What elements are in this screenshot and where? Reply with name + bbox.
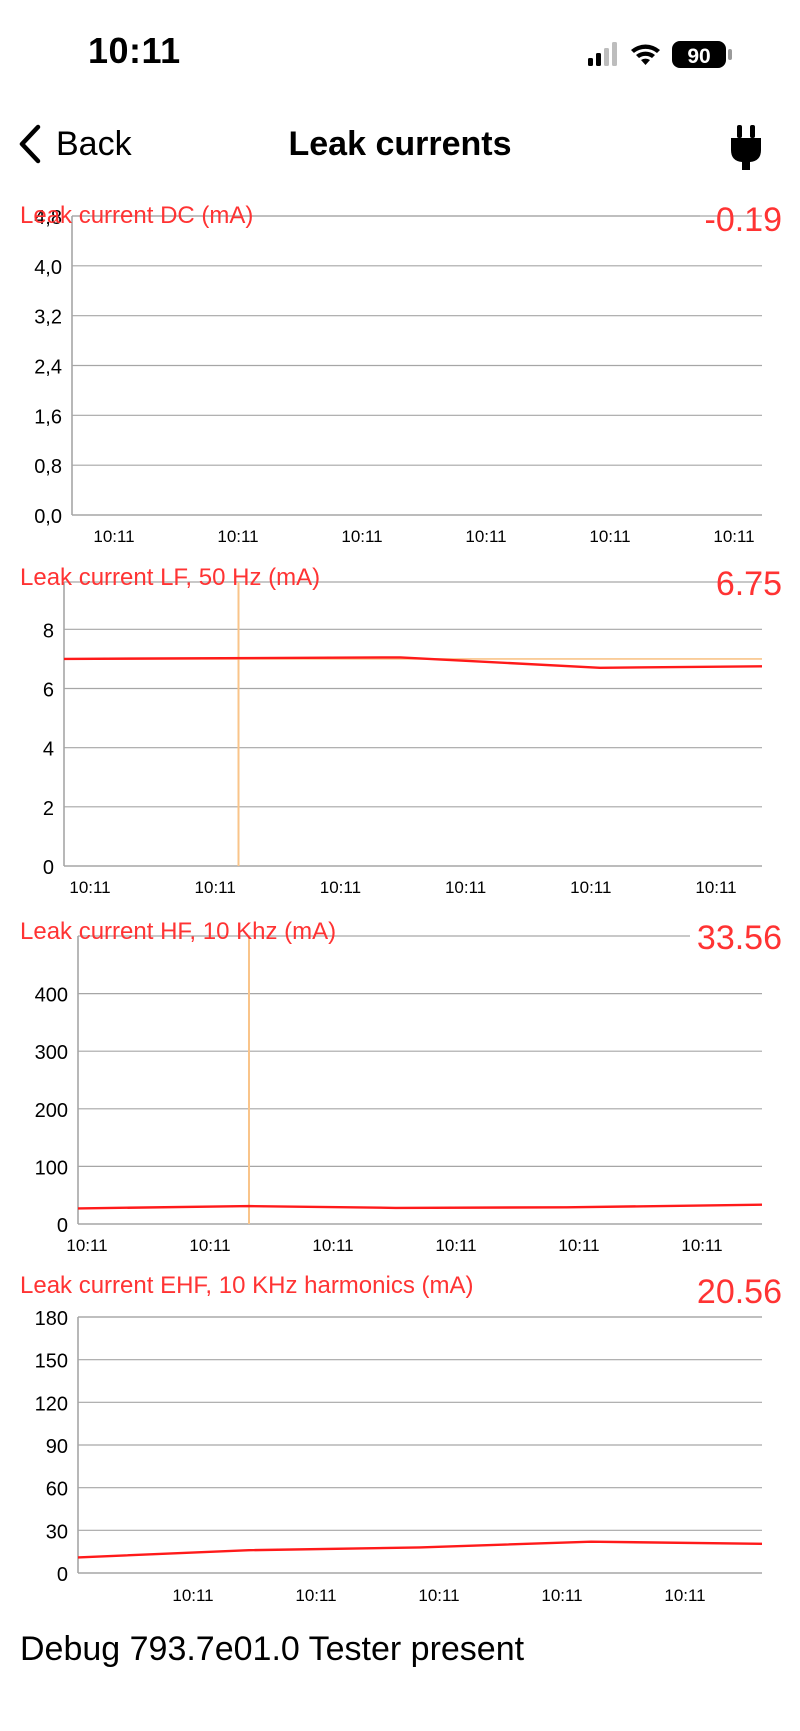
x-tick-label: 10:11 <box>589 527 630 546</box>
chart-dc: 0,00,81,62,43,24,04,8 10:11 10:11 10:11 10:… <box>20 201 783 546</box>
y-axis-labels: 0,00,81,62,43,24,04,8 <box>34 207 62 528</box>
x-tick-label: 10:11 <box>195 878 236 897</box>
chart-current-value: 20.56 <box>697 1273 782 1311</box>
x-tick-label: 10:11 <box>93 527 134 546</box>
y-tick-label: 0 <box>57 1215 68 1237</box>
y-tick-label: 6 <box>43 680 54 702</box>
y-tick-label: 2,4 <box>34 357 62 379</box>
chart-plot <box>63 582 763 866</box>
wifi-icon <box>631 44 660 65</box>
x-tick-label: 10:11 <box>465 527 506 546</box>
x-tick-label: 10:11 <box>341 527 382 546</box>
y-tick-label: 150 <box>35 1351 68 1373</box>
y-tick-label: 0 <box>43 857 54 879</box>
chart-title: Leak current LF, 50 Hz (mA) <box>20 564 320 591</box>
x-axis-labels: 10:11 10:11 10:11 10:11 10:11 10:11 <box>93 527 754 546</box>
y-tick-label: 180 <box>35 1308 68 1330</box>
x-tick-label: 10:11 <box>172 1586 213 1605</box>
y-axis-labels: 0 100 200 300 400 <box>35 985 68 1237</box>
battery-icon: 90 <box>672 41 732 68</box>
chart-lf: 0 2 4 6 8 10:11 10:11 10:11 10:11 10:11 10:11 Lea… <box>20 564 782 897</box>
y-tick-label: 2 <box>43 798 54 820</box>
y-axis-labels: 0 30 60 90 120 150 180 <box>35 1308 68 1586</box>
x-tick-label: 10:11 <box>217 527 258 546</box>
x-tick-label: 10:11 <box>445 878 486 897</box>
chart-current-value: 33.56 <box>697 919 782 957</box>
y-tick-label: 0 <box>57 1564 68 1586</box>
x-tick-label: 10:11 <box>66 1236 107 1255</box>
chart-title: Leak current EHF, 10 KHz harmonics (mA) <box>20 1272 473 1299</box>
chart-grid <box>77 1316 762 1574</box>
chart-title: Leak current HF, 10 Khz (mA) <box>20 918 336 945</box>
chart-grid <box>63 581 762 867</box>
y-tick-label: 90 <box>46 1436 68 1458</box>
chart-grid <box>71 215 762 516</box>
x-axis-labels: 10:11 10:11 10:11 10:11 10:11 10:11 <box>69 878 736 897</box>
y-tick-label: 4,0 <box>34 257 62 279</box>
nav-bar: Back Leak currents <box>0 105 800 180</box>
debug-status-text: Debug 793.7e01.0 Tester present <box>20 1630 525 1668</box>
y-tick-label: 0,8 <box>34 456 62 478</box>
x-tick-label: 10:11 <box>69 878 110 897</box>
x-tick-label: 10:11 <box>664 1586 705 1605</box>
status-bar: 10:11 90 <box>0 0 800 100</box>
y-tick-label: 1,6 <box>34 406 62 428</box>
y-tick-label: 100 <box>35 1157 68 1179</box>
status-icons: 90 <box>588 41 732 68</box>
signal-icon <box>588 42 617 66</box>
chart-plot <box>77 936 763 1224</box>
chart-hf: 0100200300400 10:11 10:11 10:11 10:11 10:11 1… <box>20 918 782 1255</box>
y-tick-label: 300 <box>35 1042 68 1064</box>
x-tick-label: 10:11 <box>558 1236 599 1255</box>
y-tick-label: 200 <box>35 1100 68 1122</box>
battery-level: 90 <box>687 45 710 68</box>
status-time: 10:11 <box>88 30 181 71</box>
y-tick-label: 0,0 <box>34 506 62 528</box>
x-tick-label: 10:11 <box>681 1236 722 1255</box>
y-axis-labels: 0 2 4 6 8 <box>43 620 54 879</box>
series-line <box>77 1203 763 1210</box>
y-tick-label: 60 <box>46 1479 68 1501</box>
chart-title: Leak current DC (mA) <box>20 202 253 229</box>
series-line <box>77 1540 763 1559</box>
page-title: Leak currents <box>288 125 512 163</box>
x-tick-label: 10:11 <box>418 1586 459 1605</box>
y-tick-label: 4 <box>43 739 54 761</box>
x-tick-label: 10:11 <box>435 1236 476 1255</box>
x-tick-label: 10:11 <box>189 1236 230 1255</box>
y-tick-label: 8 <box>43 620 54 642</box>
x-tick-label: 10:11 <box>570 878 611 897</box>
chart-grid <box>77 935 762 1225</box>
y-tick-label: 3,2 <box>34 307 62 329</box>
chart-plot <box>77 1540 763 1559</box>
x-tick-label: 10:11 <box>312 1236 353 1255</box>
x-axis-labels: 10:11 10:11 10:11 10:11 10:11 <box>172 1586 705 1605</box>
x-tick-label: 10:11 <box>541 1586 582 1605</box>
x-tick-label: 10:11 <box>295 1586 336 1605</box>
x-tick-label: 10:11 <box>320 878 361 897</box>
x-axis-labels: 10:11 10:11 10:11 10:11 10:11 10:11 <box>66 1236 722 1255</box>
x-tick-label: 10:11 <box>695 878 736 897</box>
chart-ehf: 0306090120150180 10:11 10:11 10:11 10:11 10:… <box>20 1272 782 1605</box>
y-tick-label: 120 <box>35 1393 68 1415</box>
chart-current-value: -0.19 <box>705 201 783 239</box>
y-tick-label: 400 <box>35 985 68 1007</box>
chart-current-value: 6.75 <box>716 565 782 603</box>
plug-icon[interactable] <box>728 123 764 171</box>
x-tick-label: 10:11 <box>713 527 754 546</box>
y-tick-label: 30 <box>46 1521 68 1543</box>
